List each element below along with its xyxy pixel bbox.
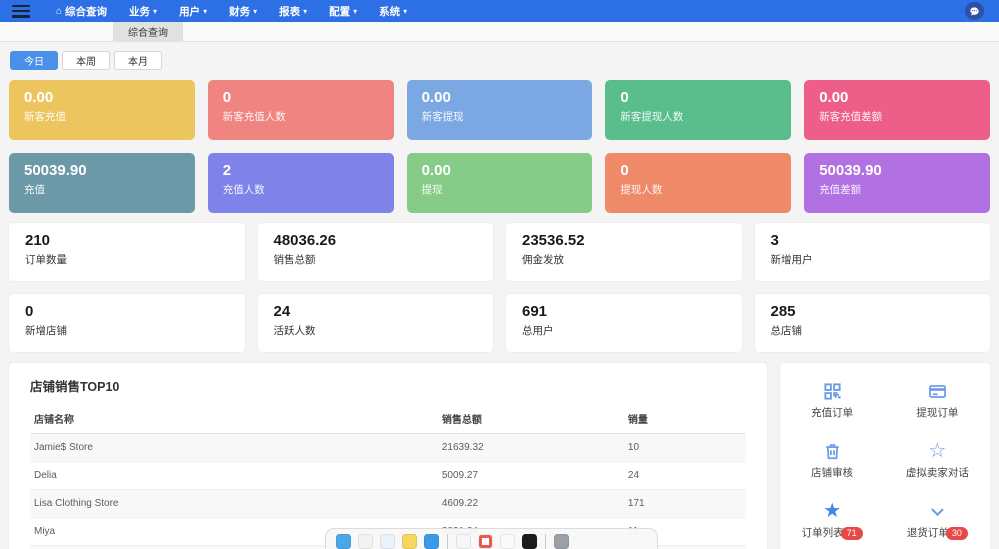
dock-app-icon[interactable] [522,534,537,549]
quicklink-withdraw-orders[interactable]: 提现订单 [885,369,990,429]
summary-card-sales-total: 48036.26 销售总额 [257,223,493,281]
dock-app-icon[interactable] [424,534,439,549]
caret-down-icon: ▾ [303,6,308,16]
summary-card-new-users: 3 新增用户 [754,223,990,281]
dock-divider [447,534,448,549]
quick-links-panel: 充值订单 提现订单 店铺审核 ☆ 虚拟卖家对话 ★ 订单列表 71 退货订单 3… [779,363,990,549]
quicklink-recharge-orders[interactable]: 充值订单 [780,369,885,429]
quicklink-shop-review[interactable]: 店铺审核 [780,429,885,489]
nav-menu-users[interactable]: 用户 ▾ [179,4,207,19]
stat-card-new-recharge[interactable]: 0.00 新客充值 [9,80,195,140]
nav-menu-business[interactable]: 业务 ▾ [129,4,157,19]
quicklink-return-orders[interactable]: 退货订单 30 [885,489,990,549]
stat-card-new-recharge-users[interactable]: 0 新客充值人数 [207,80,394,140]
dock-app-icon[interactable] [456,534,471,549]
table-row[interactable]: Jamie$ Store 21639.32 10 [30,433,746,462]
caret-down-icon: ▾ [153,6,158,16]
macos-dock[interactable] [325,528,658,549]
chat-button[interactable] [965,2,984,20]
summary-card-new-shops: 0 新增店铺 [9,294,245,352]
dock-app-icon[interactable] [554,534,569,549]
main-content: 今日 本周 本月 0.00 新客充值 0 新客充值人数 0.00 新客提现 0 新客提现… [0,42,999,549]
dock-app-icon[interactable] [402,534,417,549]
tab-bar: 综合查询 [0,22,999,42]
tab-overview-query[interactable]: 综合查询 [113,22,183,41]
dock-app-icon[interactable] [500,534,515,549]
dock-app-icon[interactable] [336,534,351,549]
qr-code-icon [823,379,842,401]
trash-icon [823,439,842,461]
summary-card-row-1: 210 订单数量 48036.26 销售总额 23536.52 佣金发放 3 新增用户 [9,223,990,281]
nav-menu-config[interactable]: 配置 ▾ [329,4,357,19]
dock-app-icon[interactable] [478,534,493,549]
filter-week-button[interactable]: 本周 [62,51,110,70]
nav-menu-finance[interactable]: 财务 ▾ [229,4,257,19]
table-row[interactable]: Lisa Clothing Store 4609.22 171 [30,489,746,518]
chevron-down-icon [928,499,947,521]
nav-home[interactable]: ⌂ 综合查询 [56,4,107,19]
caret-down-icon: ▾ [203,6,208,16]
summary-card-commission: 23536.52 佣金发放 [506,223,742,281]
bottom-section: 店铺销售TOP10 店铺名称 销售总额 销量 Jamie$ Store 21639… [9,363,990,549]
dock-app-icon[interactable] [380,534,395,549]
summary-card-order-count: 210 订单数量 [9,223,245,281]
summary-card-total-shops: 285 总店铺 [754,294,990,352]
credit-card-icon [928,379,947,401]
stat-card-row-1: 0.00 新客充值 0 新客充值人数 0.00 新客提现 0 新客提现人数 0.00 新客… [9,80,990,140]
stat-card-new-withdraw[interactable]: 0.00 新客提现 [406,80,593,140]
nav-menu-system[interactable]: 系统 ▾ [379,4,407,19]
nav-menu-reports[interactable]: 报表 ▾ [279,4,307,19]
quicklink-order-list[interactable]: ★ 订单列表 71 [780,489,885,549]
dock-divider [545,534,546,549]
summary-card-active-users: 24 活跃人数 [257,294,493,352]
table-row[interactable]: Delia 5009.27 24 [30,461,746,490]
summary-card-row-2: 0 新增店铺 24 活跃人数 691 总用户 285 总店铺 [9,294,990,352]
stat-card-withdraw-users[interactable]: 0 提现人数 [605,153,792,213]
star-outline-icon: ☆ [928,439,947,462]
column-header-sales-total: 销售总额 [437,405,624,434]
date-filter-group: 今日 本周 本月 [10,51,990,70]
stat-card-new-withdraw-users[interactable]: 0 新客提现人数 [605,80,792,140]
quicklink-virtual-seller-chat[interactable]: ☆ 虚拟卖家对话 [885,429,990,489]
order-list-badge: 71 [840,526,863,540]
caret-down-icon: ▾ [353,6,358,16]
stat-card-recharge[interactable]: 50039.90 充值 [9,153,195,213]
top-navbar: ⌂ 综合查询 业务 ▾ 用户 ▾ 财务 ▾ 报表 ▾ 配置 ▾ 系统 ▾ [0,0,999,22]
filter-month-button[interactable]: 本月 [114,51,162,70]
nav-home-label: 综合查询 [65,5,108,18]
stat-card-recharge-users[interactable]: 2 充值人数 [207,153,394,213]
quick-links-grid: 充值订单 提现订单 店铺审核 ☆ 虚拟卖家对话 ★ 订单列表 71 退货订单 3… [780,369,990,549]
sales-top10-panel: 店铺销售TOP10 店铺名称 销售总额 销量 Jamie$ Store 21639… [9,363,767,549]
dock-app-icon[interactable] [358,534,373,549]
sales-panel-title: 店铺销售TOP10 [30,380,120,394]
star-filled-icon: ★ [823,499,842,522]
stat-card-new-recharge-diff[interactable]: 0.00 新客充值差额 [804,80,990,140]
summary-card-total-users: 691 总用户 [506,294,742,352]
column-header-sales-qty: 销量 [623,405,746,434]
stat-card-row-2: 50039.90 充值 2 充值人数 0.00 提现 0 提现人数 50039.90 充值… [9,153,990,213]
chat-bubble-icon [970,6,979,16]
filter-today-button[interactable]: 今日 [10,51,58,70]
hamburger-menu-icon[interactable] [12,4,30,18]
caret-down-icon: ▾ [403,6,408,16]
home-icon: ⌂ [56,5,63,17]
column-header-shop-name: 店铺名称 [30,405,438,434]
stat-card-withdraw[interactable]: 0.00 提现 [406,153,593,213]
stat-card-recharge-diff[interactable]: 50039.90 充值差额 [804,153,990,213]
caret-down-icon: ▾ [253,6,258,16]
return-orders-badge: 30 [945,526,968,540]
